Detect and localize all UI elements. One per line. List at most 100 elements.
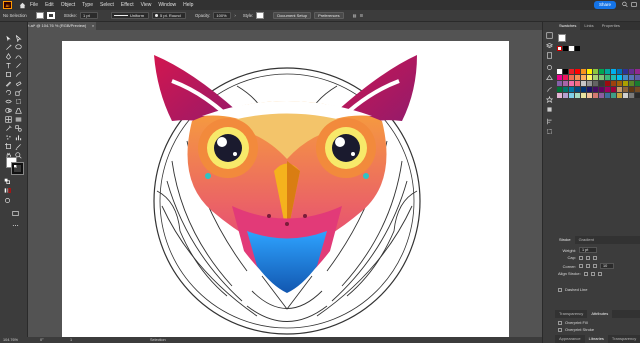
search-icon[interactable] bbox=[622, 1, 628, 8]
swatch[interactable] bbox=[569, 69, 574, 74]
swatch[interactable] bbox=[629, 75, 634, 80]
align-center-button[interactable] bbox=[583, 271, 588, 276]
properties-icon[interactable] bbox=[546, 32, 553, 39]
swatch[interactable] bbox=[563, 69, 568, 74]
menu-view[interactable]: View bbox=[141, 2, 152, 8]
tab-transparency[interactable]: Transparency bbox=[555, 310, 587, 318]
symbol-sprayer-tool-icon[interactable] bbox=[5, 134, 12, 141]
swatch[interactable] bbox=[593, 75, 598, 80]
tab-stroke[interactable]: Stroke bbox=[555, 236, 575, 244]
swatch[interactable] bbox=[605, 93, 610, 98]
eyedropper-tool-icon[interactable] bbox=[5, 125, 12, 132]
swatch[interactable] bbox=[599, 87, 604, 92]
swatch[interactable] bbox=[623, 75, 628, 80]
tab-links[interactable]: Links bbox=[580, 22, 597, 30]
canvas-area[interactable] bbox=[28, 30, 542, 337]
document-setup-button[interactable]: Document Setup bbox=[273, 12, 312, 19]
swatch[interactable] bbox=[623, 81, 628, 86]
swatch[interactable] bbox=[617, 75, 622, 80]
swatch[interactable] bbox=[629, 81, 634, 86]
style-swatch[interactable] bbox=[256, 12, 265, 19]
swatch[interactable] bbox=[635, 93, 640, 98]
align-outside-button[interactable] bbox=[597, 271, 602, 276]
swatch[interactable] bbox=[617, 69, 622, 74]
tab-swatches[interactable]: Swatches bbox=[555, 22, 581, 30]
artboard-tool-icon[interactable] bbox=[5, 143, 12, 150]
artboard-number[interactable]: 1 bbox=[70, 337, 72, 343]
menu-edit[interactable]: Edit bbox=[45, 2, 54, 8]
lasso-tool-icon[interactable] bbox=[15, 44, 22, 51]
swatch[interactable] bbox=[563, 87, 568, 92]
swatch[interactable] bbox=[581, 87, 586, 92]
swatch[interactable] bbox=[581, 81, 586, 86]
mesh-tool-icon[interactable] bbox=[5, 116, 12, 123]
tab-properties[interactable]: Properties bbox=[598, 22, 624, 30]
swatch[interactable] bbox=[557, 87, 562, 92]
type-tool-icon[interactable] bbox=[5, 62, 12, 69]
blend-tool-icon[interactable] bbox=[15, 125, 22, 132]
limit-field[interactable]: 10 bbox=[600, 263, 614, 269]
swatch[interactable] bbox=[617, 81, 622, 86]
align-icon[interactable] bbox=[546, 118, 553, 125]
pencil-tool-icon[interactable] bbox=[5, 80, 12, 87]
more-icon[interactable]: ☰ bbox=[360, 13, 364, 18]
swatch[interactable] bbox=[569, 93, 574, 98]
tab-libraries[interactable]: Libraries bbox=[584, 335, 608, 343]
swatch[interactable] bbox=[599, 75, 604, 80]
color-mode-icon[interactable] bbox=[4, 187, 11, 194]
draw-mode-icon[interactable] bbox=[4, 197, 11, 204]
swatch[interactable] bbox=[599, 81, 604, 86]
variable-width-profile[interactable]: Uniform bbox=[111, 12, 150, 19]
bevel-join-button[interactable] bbox=[593, 264, 597, 268]
paintbrush-tool-icon[interactable] bbox=[15, 71, 22, 78]
dashed-line-checkbox[interactable] bbox=[558, 287, 562, 292]
swatch[interactable] bbox=[605, 75, 610, 80]
menu-type[interactable]: Type bbox=[82, 2, 93, 8]
perspective-grid-tool-icon[interactable] bbox=[15, 107, 22, 114]
swatch[interactable] bbox=[635, 81, 640, 86]
magic-wand-icon[interactable] bbox=[5, 44, 12, 51]
projecting-cap-button[interactable] bbox=[593, 255, 597, 260]
swatch[interactable] bbox=[611, 69, 616, 74]
shape-builder-tool-icon[interactable] bbox=[5, 107, 12, 114]
swatch[interactable] bbox=[623, 69, 628, 74]
swatch[interactable] bbox=[587, 69, 592, 74]
swatch[interactable] bbox=[629, 87, 634, 92]
menu-help[interactable]: Help bbox=[183, 2, 193, 8]
round-join-button[interactable] bbox=[586, 264, 590, 268]
tab-gradient[interactable]: Gradient bbox=[575, 236, 598, 244]
swatch[interactable] bbox=[575, 93, 580, 98]
swatch[interactable] bbox=[587, 81, 592, 86]
menu-select[interactable]: Select bbox=[100, 2, 114, 8]
swatch[interactable] bbox=[575, 87, 580, 92]
swatch[interactable] bbox=[575, 75, 580, 80]
swatch[interactable] bbox=[575, 81, 580, 86]
weight-field[interactable]: 1 pt bbox=[579, 247, 597, 253]
swatch[interactable] bbox=[635, 69, 640, 74]
layers-icon[interactable] bbox=[546, 42, 553, 49]
close-tab-icon[interactable]: × bbox=[92, 22, 94, 30]
swatch[interactable] bbox=[623, 93, 628, 98]
color-icon[interactable] bbox=[546, 64, 553, 71]
swatch[interactable] bbox=[557, 69, 562, 74]
direct-selection-tool-icon[interactable] bbox=[15, 35, 22, 42]
pen-tool-icon[interactable] bbox=[5, 53, 12, 60]
align-inside-button[interactable] bbox=[590, 271, 595, 276]
rectangle-tool-icon[interactable] bbox=[5, 71, 12, 78]
overprint-stroke-checkbox[interactable] bbox=[558, 327, 562, 332]
swatch[interactable] bbox=[593, 69, 598, 74]
registration-swatch[interactable] bbox=[563, 46, 568, 51]
rotation-value[interactable]: 0° bbox=[40, 337, 44, 343]
swatch[interactable] bbox=[587, 75, 592, 80]
swatch[interactable] bbox=[629, 69, 634, 74]
opacity-field[interactable]: 100% bbox=[213, 12, 232, 19]
swatch[interactable] bbox=[611, 75, 616, 80]
column-graph-tool-icon[interactable] bbox=[15, 134, 22, 141]
swatch[interactable] bbox=[563, 81, 568, 86]
line-tool-icon[interactable] bbox=[15, 62, 22, 69]
curvature-tool-icon[interactable] bbox=[15, 53, 22, 60]
round-cap-button[interactable] bbox=[586, 255, 590, 260]
black-swatch[interactable] bbox=[575, 46, 580, 51]
rotate-tool-icon[interactable] bbox=[5, 89, 12, 96]
brushes-icon[interactable] bbox=[546, 86, 553, 93]
